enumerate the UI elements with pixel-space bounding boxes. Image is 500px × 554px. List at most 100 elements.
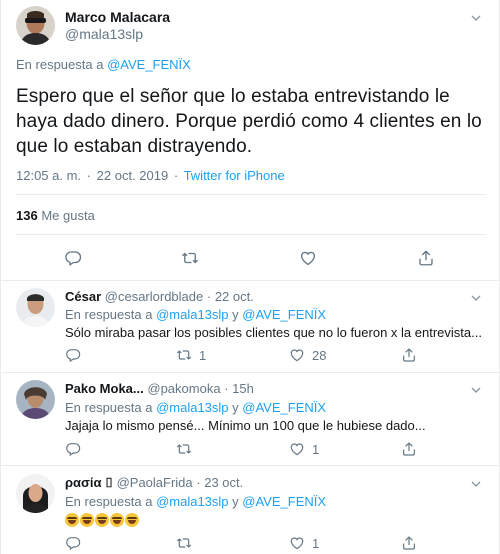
reply-mention[interactable]: @AVE_FENÏX (107, 57, 191, 72)
reply-prefix: En respuesta a (65, 400, 153, 415)
chevron-down-icon[interactable] (468, 290, 484, 306)
row-separator (1, 465, 500, 466)
like-count: 1 (312, 535, 320, 551)
reply-mention[interactable]: @mala13slp (156, 494, 228, 509)
author-avatar[interactable] (16, 6, 55, 45)
chevron-down-icon[interactable] (468, 476, 484, 492)
reply-header: César @cesarlordblade · 22 oct. (65, 289, 254, 304)
like-count: 28 (312, 347, 327, 363)
share-icon (401, 347, 417, 363)
reply-mention[interactable]: @AVE_FENÏX (242, 494, 326, 509)
rofl-emoji-icon (65, 513, 79, 527)
reply-icon (65, 347, 81, 363)
reply-emoji-text (65, 513, 139, 527)
tweet-time[interactable]: 12:05 a. m. (16, 168, 81, 183)
reply-header: Pako Moka... @pakomoka · 15h (65, 381, 254, 396)
retweet-icon (176, 347, 192, 363)
reply-avatar[interactable] (16, 380, 55, 419)
reply-context: En respuesta a @mala13slp y @AVE_FENÏX (65, 307, 326, 322)
reply-header: ρασία ⌷ @PaolaFrida · 23 oct. (65, 475, 243, 491)
reply-text: Jajaja lo mismo pensé... Mínimo un 100 q… (65, 418, 426, 433)
reply-context: En respuesta a @mala13slp y @AVE_FENÏX (65, 494, 326, 509)
meta-separator: · (86, 168, 92, 183)
like-button[interactable]: 1 (289, 441, 319, 457)
reply-author-handle[interactable]: @PaolaFrida (117, 475, 193, 490)
meta-separator-2: · (173, 168, 179, 183)
retweet-button[interactable] (176, 535, 199, 551)
reply-avatar[interactable] (16, 474, 55, 513)
share-button[interactable] (401, 347, 417, 363)
share-icon (417, 249, 435, 267)
reply-prefix: En respuesta a (16, 57, 104, 72)
rofl-emoji-icon (95, 513, 109, 527)
reply-mention[interactable]: @AVE_FENÏX (242, 307, 326, 322)
row-separator (1, 280, 500, 281)
divider (16, 234, 486, 235)
tweet-source[interactable]: Twitter for iPhone (184, 168, 285, 183)
share-icon (401, 441, 417, 457)
chevron-down-icon[interactable] (468, 10, 484, 26)
like-button[interactable]: 1 (289, 535, 319, 551)
reply-joiner: y (232, 494, 239, 509)
tweet-text: Espero que el señor que lo estaba entrev… (16, 86, 482, 157)
reply-date[interactable]: · 22 oct. (207, 289, 254, 304)
reply-context: En respuesta a @AVE_FENÏX (16, 57, 191, 72)
reply-text: Sólo miraba pasar los posibles clientes … (65, 325, 482, 340)
retweet-button[interactable]: 1 (176, 347, 206, 363)
reply-mention[interactable]: @mala13slp (156, 400, 228, 415)
rofl-emoji-icon (80, 513, 94, 527)
reply-button[interactable] (64, 249, 82, 267)
reply-avatar[interactable] (16, 288, 55, 327)
retweet-icon (181, 249, 199, 267)
tweet-meta: 12:05 a. m. · 22 oct. 2019 · Twitter for… (16, 168, 285, 183)
share-icon (401, 535, 417, 551)
likes-summary[interactable]: 136 Me gusta (16, 208, 95, 223)
retweet-button[interactable] (181, 249, 199, 267)
reply-author-name[interactable]: Pako Moka... (65, 381, 144, 396)
rofl-emoji-icon (125, 513, 139, 527)
heart-icon (289, 347, 305, 363)
share-button[interactable] (401, 535, 417, 551)
reply-icon (64, 249, 82, 267)
tweet-thread: Marco Malacara @mala13slp En respuesta a… (0, 0, 500, 554)
heart-icon (289, 535, 305, 551)
reply-prefix: En respuesta a (65, 494, 153, 509)
reply-prefix: En respuesta a (65, 307, 153, 322)
reply-mention[interactable]: @AVE_FENÏX (242, 400, 326, 415)
reply-author-handle[interactable]: @pakomoka (147, 381, 220, 396)
reply-icon (65, 535, 81, 551)
reply-mention[interactable]: @mala13slp (156, 307, 228, 322)
reply-button[interactable] (65, 441, 81, 457)
retweet-count: 1 (199, 347, 207, 363)
like-button[interactable] (299, 249, 317, 267)
author-handle[interactable]: @mala13slp (65, 26, 143, 42)
reply-author-handle[interactable]: @cesarlordblade (105, 289, 203, 304)
retweet-icon (176, 441, 192, 457)
row-separator (1, 372, 500, 373)
chevron-down-icon[interactable] (468, 382, 484, 398)
reply-author-name[interactable]: César (65, 289, 101, 304)
retweet-icon (176, 535, 192, 551)
reply-context: En respuesta a @mala13slp y @AVE_FENÏX (65, 400, 326, 415)
likes-label: Me gusta (41, 208, 95, 223)
reply-joiner: y (232, 307, 239, 322)
main-tweet: Marco Malacara @mala13slp En respuesta a… (1, 0, 500, 281)
retweet-button[interactable] (176, 441, 199, 457)
author-name[interactable]: Marco Malacara (65, 9, 170, 25)
reply-button[interactable] (65, 535, 81, 551)
reply-date[interactable]: · 23 oct. (196, 475, 243, 490)
share-button[interactable] (417, 249, 435, 267)
reply-joiner: y (232, 400, 239, 415)
tweet-date[interactable]: 22 oct. 2019 (97, 168, 169, 183)
reply-author-name[interactable]: ρασία ⌷ (65, 475, 113, 490)
rofl-emoji-icon (110, 513, 124, 527)
like-count: 1 (312, 441, 320, 457)
reply-date[interactable]: · 15h (224, 381, 254, 396)
reply-button[interactable] (65, 347, 81, 363)
like-button[interactable]: 28 (289, 347, 326, 363)
likes-count: 136 (16, 208, 38, 223)
reply-icon (65, 441, 81, 457)
heart-icon (299, 249, 317, 267)
share-button[interactable] (401, 441, 417, 457)
divider (16, 194, 486, 195)
